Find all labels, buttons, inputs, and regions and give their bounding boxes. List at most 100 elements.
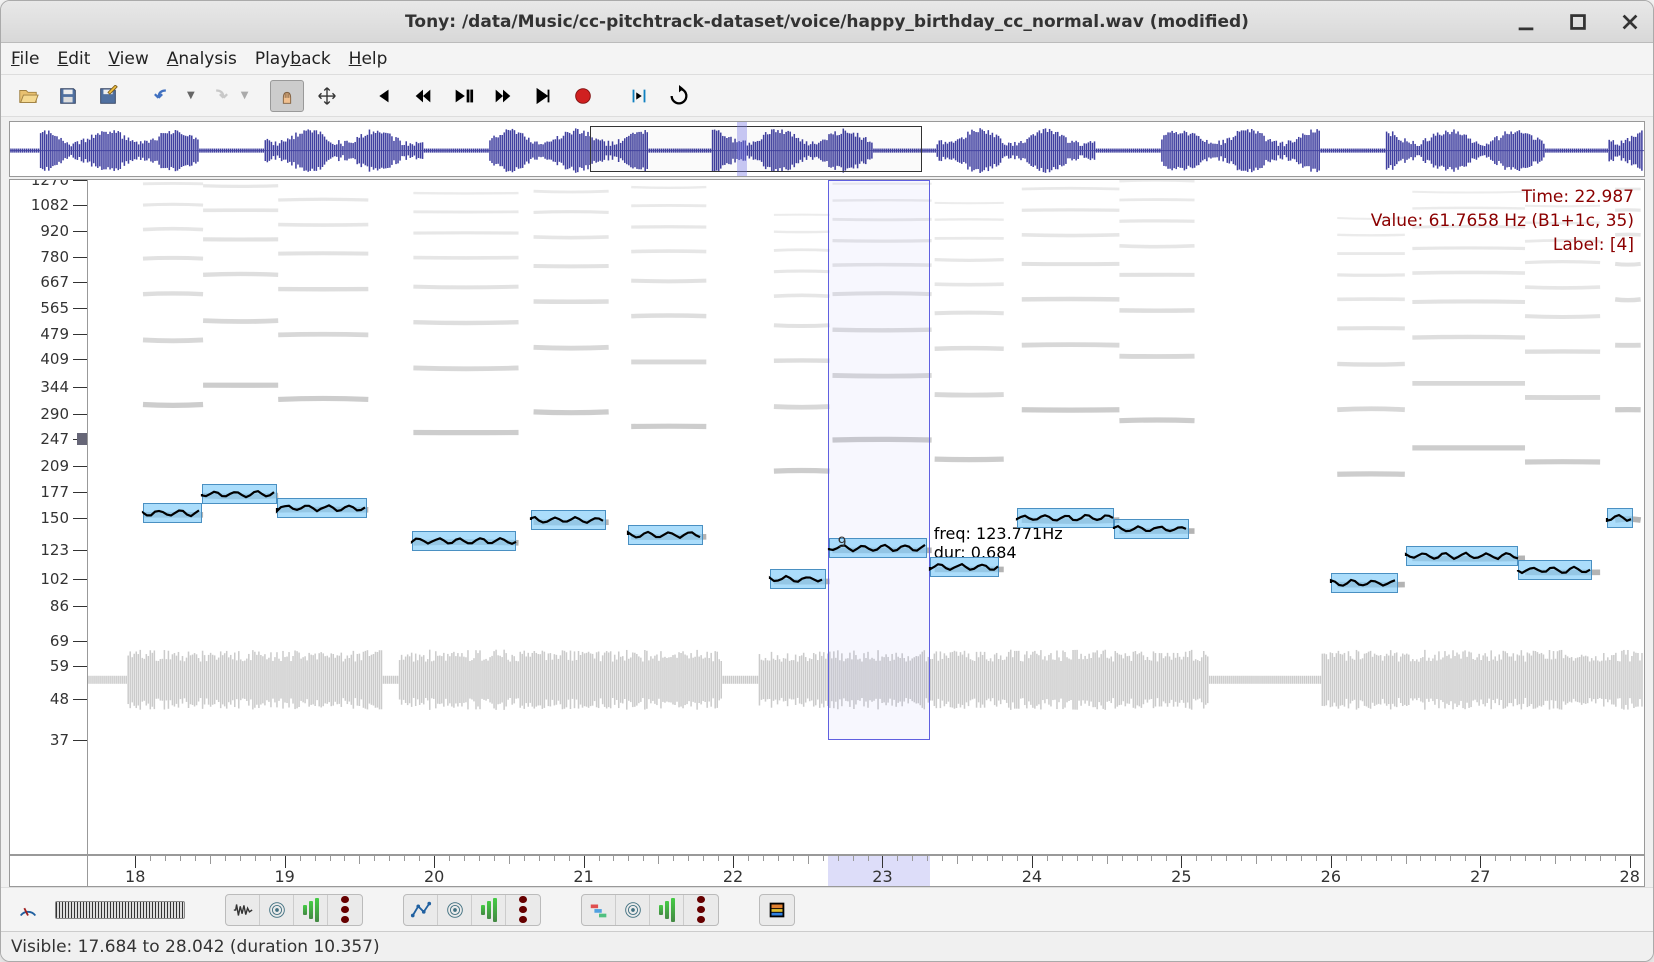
spectrogram-toggle[interactable] — [260, 895, 294, 925]
navigate-tool[interactable] — [270, 80, 304, 112]
play-selection-button[interactable] — [622, 80, 656, 112]
x-tick-label: 21 — [573, 867, 593, 886]
status-visible: Visible: 17.684 to 28.042 (duration 10.3… — [11, 937, 380, 957]
menu-analysis[interactable]: Analysis — [167, 49, 237, 69]
pitch-curve — [1607, 510, 1632, 526]
y-tick-label: 48 — [19, 690, 69, 708]
y-tick-label: 920 — [19, 222, 69, 240]
notes-layer-group — [581, 894, 719, 926]
play-pause-button[interactable] — [446, 80, 480, 112]
y-tick-label: 209 — [19, 457, 69, 475]
main-pane: 1270108292078066756547940934429024720917… — [9, 179, 1645, 855]
y-tick-label: 780 — [19, 248, 69, 266]
toolbar: ▼ ▼ — [1, 75, 1653, 117]
colour-layer-group — [759, 894, 795, 926]
y-tick-label: 565 — [19, 299, 69, 317]
redo-dropdown[interactable]: ▼ — [241, 90, 249, 101]
undo-dropdown[interactable]: ▼ — [187, 90, 195, 101]
pitch-layer-group — [403, 894, 541, 926]
y-tick-label: 1082 — [19, 196, 69, 214]
x-tick-label: 22 — [723, 867, 743, 886]
pitch-curve — [143, 505, 203, 521]
y-tick-label: 86 — [19, 597, 69, 615]
x-tick-label: 20 — [424, 867, 444, 886]
pitch-curve — [1406, 548, 1518, 564]
pitch-curve — [412, 533, 517, 549]
y-tick-label: 479 — [19, 325, 69, 343]
loop-button[interactable] — [662, 80, 696, 112]
pitch-curve — [930, 559, 999, 575]
menu-edit[interactable]: Edit — [57, 49, 90, 69]
x-tick-label: 25 — [1171, 867, 1191, 886]
layer-leds-3[interactable] — [684, 895, 718, 925]
info-readout: Time: 22.987 Value: 61.7658 Hz (B1+1c, 3… — [1371, 186, 1634, 257]
y-tick-label: 344 — [19, 378, 69, 396]
fforward-button[interactable] — [486, 80, 520, 112]
pitch-curve — [202, 486, 277, 502]
pitch-curve — [1331, 575, 1398, 591]
waveform-layer-group — [225, 894, 363, 926]
y-tick-label: 59 — [19, 657, 69, 675]
pitch-curve — [1017, 510, 1114, 526]
save-button[interactable] — [51, 80, 85, 112]
layer-leds-1[interactable] — [328, 895, 362, 925]
notes-toggle[interactable] — [582, 895, 616, 925]
layer-levels-3[interactable] — [650, 895, 684, 925]
menu-help[interactable]: Help — [349, 49, 388, 69]
y-tick-label: 1270 — [19, 179, 69, 189]
pitch-curve — [628, 527, 703, 543]
spectrogram[interactable]: Time: 22.987 Value: 61.7658 Hz (B1+1c, 3… — [88, 180, 1644, 854]
waveform-toggle[interactable] — [226, 895, 260, 925]
y-tick-label: 150 — [19, 509, 69, 527]
undo-button[interactable] — [147, 80, 181, 112]
window-title: Tony: /data/Music/cc-pitchtrack-dataset/… — [405, 12, 1249, 32]
x-tick-label: 27 — [1470, 867, 1490, 886]
menu-view[interactable]: View — [108, 49, 148, 69]
x-tick-label: 28 — [1620, 867, 1640, 886]
minimize-button[interactable] — [1515, 11, 1537, 33]
record-button[interactable] — [566, 80, 600, 112]
layer-levels-2[interactable] — [472, 895, 506, 925]
layer-leds-2[interactable] — [506, 895, 540, 925]
menu-file[interactable]: File — [11, 49, 39, 69]
overview-pane[interactable] — [9, 121, 1645, 177]
pitch-curve — [1114, 521, 1189, 537]
overview-selection[interactable] — [590, 126, 922, 172]
y-tick-label: 177 — [19, 483, 69, 501]
speed-dial[interactable] — [11, 894, 45, 926]
save-as-button[interactable] — [91, 80, 125, 112]
skip-end-button[interactable] — [526, 80, 560, 112]
x-axis[interactable]: 1819202122232425262728 — [9, 855, 1645, 887]
overview-cursor[interactable] — [737, 122, 747, 176]
x-tick-label: 19 — [274, 867, 294, 886]
pitchtrack-toggle[interactable] — [404, 895, 438, 925]
skip-start-button[interactable] — [366, 80, 400, 112]
y-tick-label: 667 — [19, 273, 69, 291]
x-tick-label: 24 — [1022, 867, 1042, 886]
colour-toggle[interactable] — [760, 895, 794, 925]
pitch-curve — [1518, 562, 1593, 578]
y-tick-label: 290 — [19, 405, 69, 423]
y-tick-label: 123 — [19, 541, 69, 559]
spectrogram-toggle-3[interactable] — [616, 895, 650, 925]
redo-button[interactable] — [201, 80, 235, 112]
app-window: Tony: /data/Music/cc-pitchtrack-dataset/… — [0, 0, 1654, 962]
maximize-button[interactable] — [1567, 11, 1589, 33]
open-button[interactable] — [11, 80, 45, 112]
menu-playback[interactable]: Playback — [255, 49, 331, 69]
rewind-button[interactable] — [406, 80, 440, 112]
spectrogram-toggle-2[interactable] — [438, 895, 472, 925]
y-tick-label: 247 — [19, 430, 69, 448]
speed-slider[interactable] — [55, 901, 185, 919]
close-button[interactable] — [1619, 11, 1641, 33]
x-tick-label: 26 — [1321, 867, 1341, 886]
y-tick-label: 69 — [19, 632, 69, 650]
layer-levels-1[interactable] — [294, 895, 328, 925]
x-tick-label: 23 — [872, 867, 892, 886]
status-bar: Visible: 17.684 to 28.042 (duration 10.3… — [1, 931, 1653, 961]
note-number-label: 9 — [838, 535, 847, 551]
y-axis[interactable]: 1270108292078066756547940934429024720917… — [10, 180, 88, 854]
move-tool[interactable] — [310, 80, 344, 112]
pitch-curve — [531, 512, 606, 528]
titlebar: Tony: /data/Music/cc-pitchtrack-dataset/… — [1, 1, 1653, 43]
